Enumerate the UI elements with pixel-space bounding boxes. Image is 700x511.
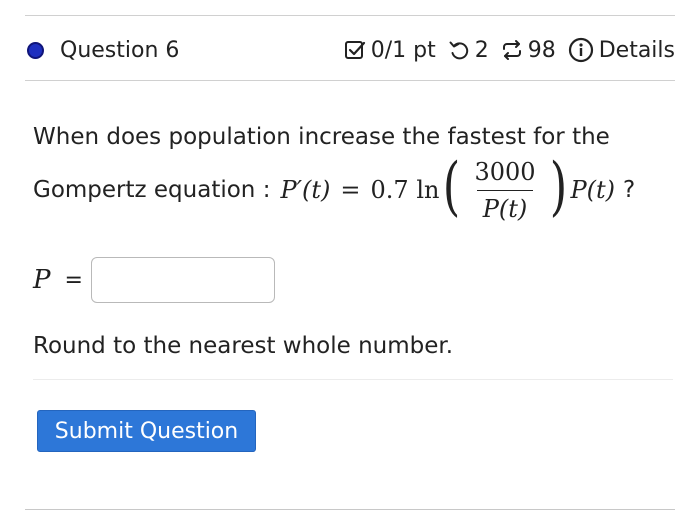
submit-question-button[interactable]: Submit Question [37,410,256,452]
formula-prefix: Gompertz equation : [33,177,271,203]
formula-rhs-factor: P(t) [570,176,616,204]
info-icon [568,37,593,63]
fraction-numerator: 3000 [474,157,536,186]
undo-icon [449,41,468,60]
details-label: Details [598,37,675,63]
answer-input[interactable] [90,257,275,303]
top-divider [25,15,675,16]
checkbox-icon [344,41,365,59]
answer-variable: P [33,265,51,295]
rounding-instruction: Round to the nearest whole number. [33,333,454,359]
header-divider [25,80,675,81]
score-indicator: 0/1 pt [344,38,436,63]
score-text: 0/1 pt [370,37,436,63]
fraction-denominator: P(t) [476,189,534,223]
question-title: Question 6 [60,37,180,63]
left-paren: ( [443,150,461,224]
formula-coefficient: 0.7 ln [370,176,440,204]
formula-line: Gompertz equation : P′(t) = 0.7 ln ( 300… [33,150,635,230]
formula-lhs: P′(t) [280,176,331,204]
answer-row: P = [33,257,275,303]
formula-fraction: 3000 P(t) [468,158,541,223]
answer-equals: = [64,267,83,293]
question-meta: 0/1 pt 2 98 Details [344,37,675,63]
section-divider [33,379,673,380]
attempts-indicator: 2 [448,38,489,63]
bottom-divider [25,509,675,510]
question-header: Question 6 0/1 pt 2 98 Details [25,30,675,70]
repeat-icon [502,40,521,60]
remaining-text: 98 [527,37,556,63]
formula-suffix: ? [623,177,636,203]
right-paren: ) [549,150,567,224]
remaining-indicator: 98 [501,38,556,63]
question-status-dot [27,41,44,59]
attempts-text: 2 [474,37,489,63]
gompertz-formula: P′(t) = 0.7 ln ( 3000 P(t) ) P(t) [280,150,616,224]
details-button[interactable]: Details [568,37,675,63]
formula-equals: = [340,176,361,204]
